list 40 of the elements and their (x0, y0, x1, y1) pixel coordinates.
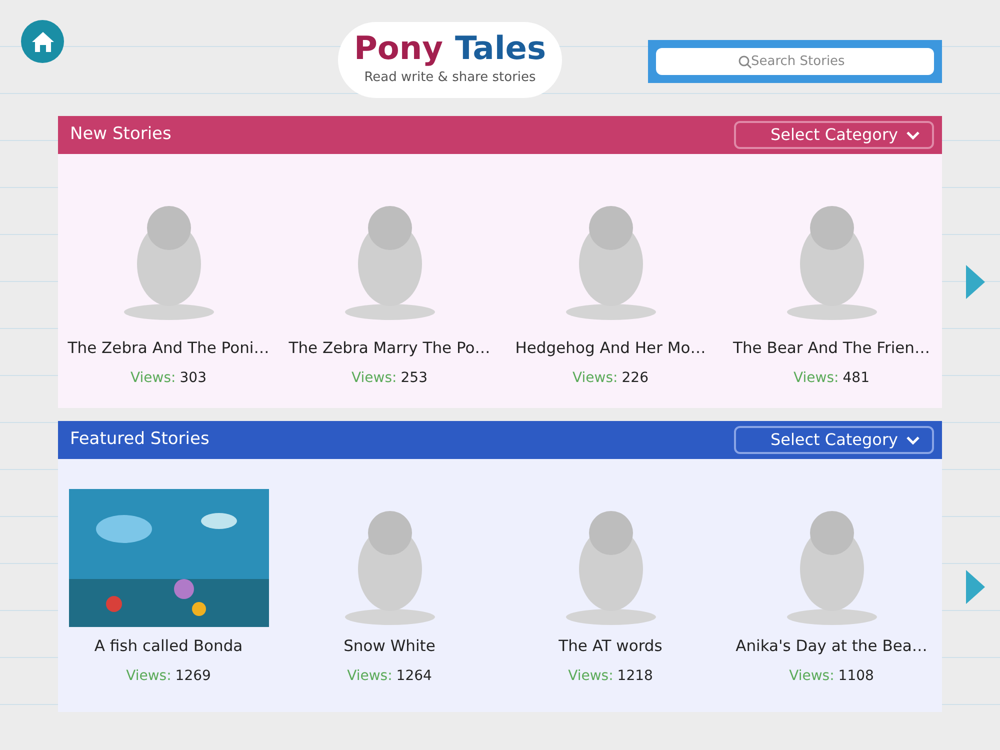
logo-text: Tales (455, 32, 546, 64)
views-count: 1269 (175, 667, 211, 686)
story-title[interactable]: The Bear And The Frien… (733, 337, 930, 360)
views-label: Views: (794, 369, 839, 388)
chevron-down-icon (906, 436, 920, 444)
ocean-picture[interactable] (68, 489, 268, 627)
story-title[interactable]: The AT words (558, 635, 662, 658)
views-label: Views: (568, 667, 614, 686)
views-label: Views: (130, 369, 176, 388)
views-count: 226 (622, 369, 648, 388)
views-label: Views: (352, 369, 397, 388)
story-title[interactable]: Anika's Day at the Bea… (736, 635, 928, 658)
story-title[interactable]: The Zebra And The Poni… (68, 337, 270, 360)
story-title[interactable]: The Zebra Marry The Po… (288, 337, 490, 360)
next-arrow-icon[interactable] (966, 570, 985, 604)
story-title[interactable]: Snow White (344, 635, 436, 658)
category-dropdown[interactable]: Select Category (734, 426, 934, 454)
story-title[interactable]: A fish called Bonda (94, 635, 243, 658)
home-button[interactable] (21, 20, 64, 63)
views-label: Views: (126, 667, 172, 686)
search-field[interactable]: Search Stories (656, 48, 934, 75)
views-count: 1218 (617, 667, 653, 686)
story-title[interactable]: Hedgehog And Her Mo… (515, 337, 706, 360)
views-count: 303 (180, 369, 206, 388)
section-title: Featured Stories (70, 428, 210, 452)
views-label: Views: (789, 667, 834, 686)
views-label: Views: (347, 667, 392, 686)
category-dropdown[interactable]: Select Category (734, 121, 934, 149)
views-label: Views: (572, 369, 618, 388)
logo-text: Pony (354, 32, 444, 64)
views-count: 1264 (396, 667, 432, 686)
views-count: 1108 (838, 667, 874, 686)
next-arrow-icon[interactable] (966, 265, 985, 299)
chevron-down-icon (906, 130, 920, 140)
views-count: 253 (400, 369, 428, 388)
views-count: 481 (842, 369, 870, 388)
home-icon (30, 30, 54, 52)
section-title: New Stories (70, 123, 172, 146)
logo-tagline: Read write & share stories (364, 69, 536, 88)
search-icon (738, 55, 752, 69)
